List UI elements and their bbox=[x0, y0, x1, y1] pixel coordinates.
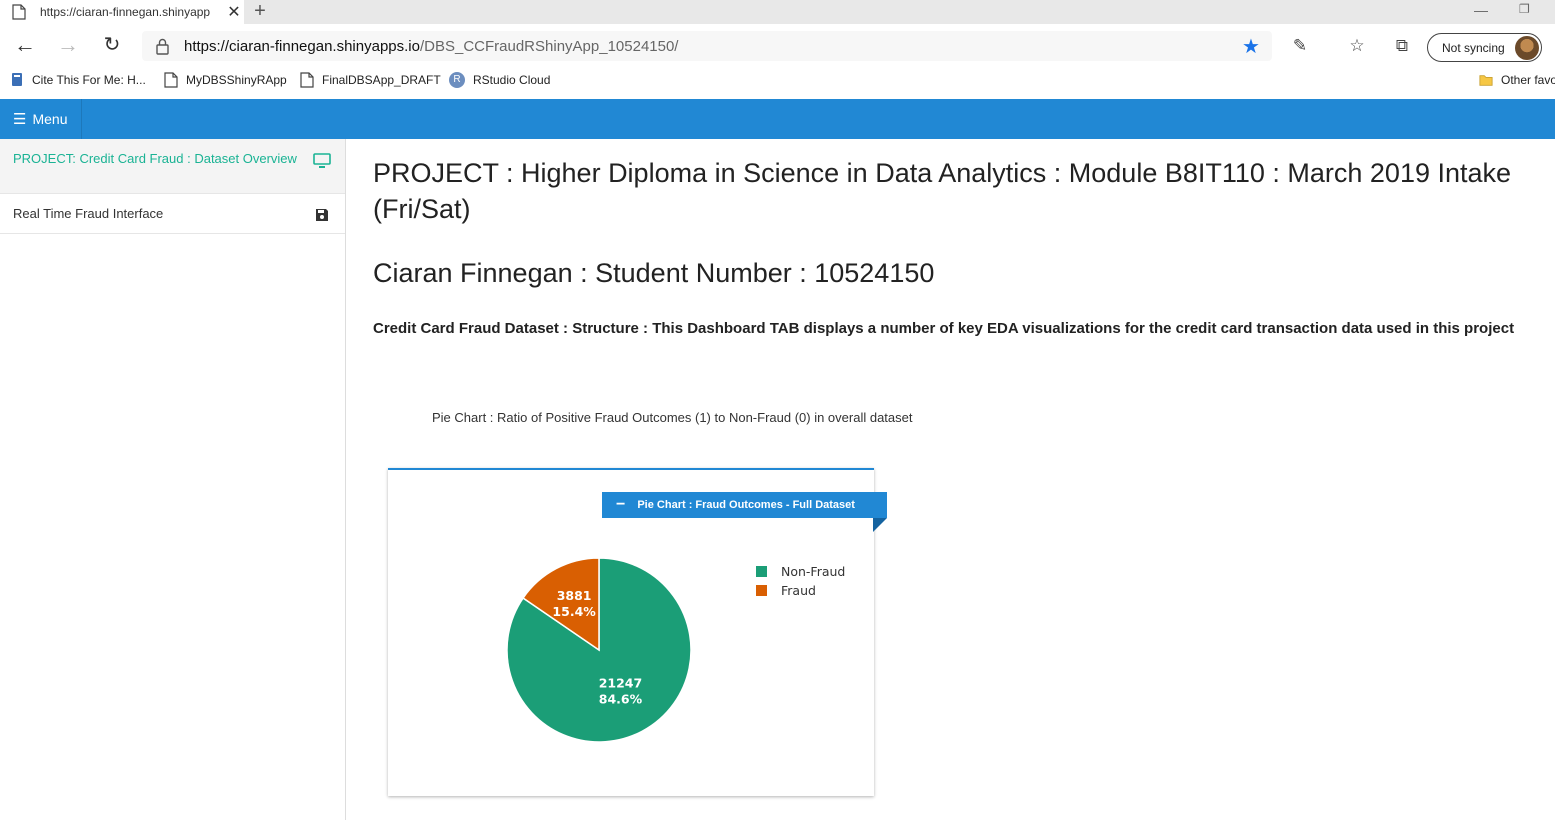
forward-icon[interactable]: → bbox=[55, 34, 81, 58]
save-icon bbox=[316, 209, 328, 221]
sync-label: Not syncing bbox=[1442, 40, 1505, 55]
sidebar: PROJECT: Credit Card Fraud : Dataset Ove… bbox=[0, 139, 346, 820]
slice-value-label: 21247 bbox=[599, 676, 643, 691]
rstudio-icon: R bbox=[449, 72, 465, 88]
sidebar-item-real-time-fraud[interactable]: Real Time Fraud Interface bbox=[0, 194, 345, 234]
sidebar-item-label: PROJECT: Credit Card Fraud : Dataset Ove… bbox=[13, 151, 297, 166]
favorite-star-icon[interactable]: ★ bbox=[1238, 34, 1264, 59]
folder-icon bbox=[1479, 75, 1493, 86]
address-bar[interactable]: https://ciaran-finnegan.shinyapps.io/DBS… bbox=[142, 31, 1272, 61]
legend-swatch-fraud bbox=[756, 585, 767, 596]
browser-toolbar: ← → ↻ https://ciaran-finnegan.shinyapps.… bbox=[0, 24, 1555, 68]
minimize-icon[interactable]: — bbox=[1474, 2, 1490, 18]
box-title: Pie Chart : Fraud Outcomes - Full Datase… bbox=[637, 499, 855, 511]
hamburger-icon: ☰ bbox=[13, 111, 27, 128]
url-text[interactable]: https://ciaran-finnegan.shinyapps.io/DBS… bbox=[184, 38, 1238, 55]
bookmark-cite-this[interactable]: Cite This For Me: H... bbox=[10, 72, 146, 88]
slice-percent-label: 15.4% bbox=[552, 604, 596, 619]
bookmarks-bar: Cite This For Me: H... MyDBSShinyRApp Fi… bbox=[0, 68, 1555, 94]
page-icon bbox=[164, 72, 178, 88]
lock-icon bbox=[156, 38, 169, 55]
page-icon bbox=[12, 4, 26, 20]
book-icon bbox=[12, 73, 22, 86]
collapse-icon[interactable]: − bbox=[616, 496, 625, 514]
browser-tab[interactable]: https://ciaran-finnegan.shinyapp ✕ bbox=[0, 0, 244, 24]
close-tab-icon[interactable]: ✕ bbox=[224, 2, 244, 22]
page-title: PROJECT : Higher Diploma in Science in D… bbox=[373, 158, 1512, 224]
student-heading: Ciaran Finnegan : Student Number : 10524… bbox=[373, 258, 935, 288]
pie-chart-caption: Pie Chart : Ratio of Positive Fraud Outc… bbox=[432, 410, 913, 425]
sidebar-item-label: Real Time Fraud Interface bbox=[13, 206, 164, 221]
legend-label-non-fraud: Non-Fraud bbox=[781, 564, 845, 579]
collections-icon[interactable]: ⧉ bbox=[1391, 36, 1413, 58]
desktop-icon bbox=[313, 153, 331, 168]
profile-sync-button[interactable]: Not syncing bbox=[1427, 33, 1542, 62]
slice-percent-label: 84.6% bbox=[599, 692, 643, 707]
sidebar-item-dataset-overview[interactable]: PROJECT: Credit Card Fraud : Dataset Ove… bbox=[0, 139, 345, 194]
restore-icon[interactable]: ❐ bbox=[1519, 2, 1535, 18]
menu-toggle-button[interactable]: ☰ Menu bbox=[0, 99, 82, 139]
ribbon-fold bbox=[873, 518, 887, 532]
tab-title: https://ciaran-finnegan.shinyapp bbox=[40, 5, 211, 19]
legend-swatch-non-fraud bbox=[756, 566, 767, 577]
pie-chart: 2124784.6% 388115.4% Non-Fraud Fraud bbox=[506, 557, 845, 743]
page-icon bbox=[300, 72, 314, 88]
box-header-ribbon[interactable]: − Pie Chart : Fraud Outcomes - Full Data… bbox=[602, 492, 887, 518]
bookmark-finaldbsapp-draft[interactable]: FinalDBSApp_DRAFT bbox=[300, 72, 441, 88]
bookmark-other-favorites[interactable]: Other favo bbox=[1479, 72, 1555, 88]
new-tab-button[interactable]: + bbox=[250, 0, 270, 24]
bookmark-mydbsshinyrapp[interactable]: MyDBSShinyRApp bbox=[164, 72, 287, 88]
legend-label-fraud: Fraud bbox=[781, 583, 816, 598]
app-header: ☰ Menu bbox=[0, 99, 1555, 139]
bookmark-rstudio-cloud[interactable]: R RStudio Cloud bbox=[449, 72, 550, 88]
main-content: PROJECT : Higher Diploma in Science in D… bbox=[346, 139, 1555, 820]
read-aloud-icon[interactable]: ✎ bbox=[1289, 36, 1311, 58]
menu-label: Menu bbox=[32, 111, 68, 127]
avatar bbox=[1515, 36, 1539, 60]
refresh-icon[interactable]: ↻ bbox=[99, 34, 125, 58]
tab-strip: https://ciaran-finnegan.shinyapp ✕ + — ❐ bbox=[0, 0, 1555, 24]
slice-value-label: 3881 bbox=[557, 588, 592, 603]
favorites-icon[interactable]: ☆ bbox=[1346, 36, 1368, 58]
back-icon[interactable]: ← bbox=[12, 34, 38, 58]
dataset-description: Credit Card Fraud Dataset : Structure : … bbox=[373, 320, 1515, 337]
